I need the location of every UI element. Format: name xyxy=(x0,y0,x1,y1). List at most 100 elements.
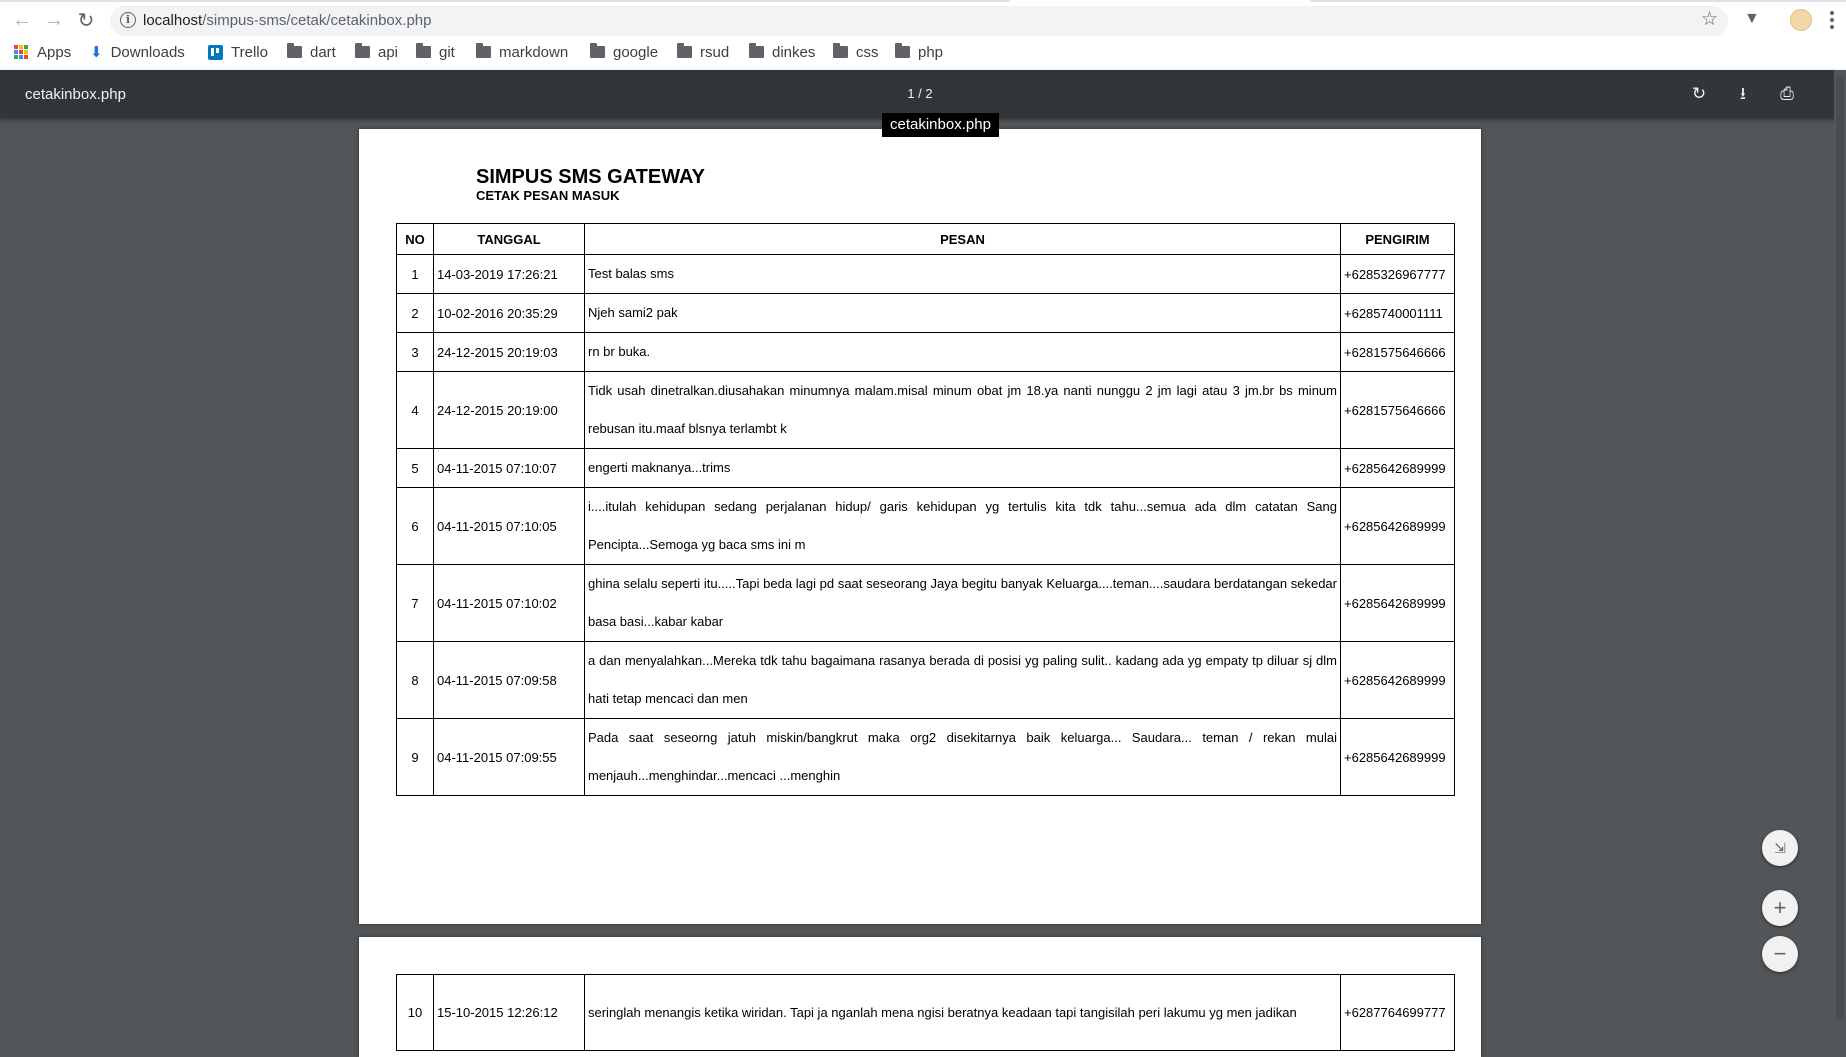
row-no: 1 xyxy=(396,254,434,294)
inbox-table: NO TANGGAL PESAN PENGIRIM 1 14-03-2019 1… xyxy=(396,223,1455,796)
col-no-header: NO xyxy=(396,223,434,255)
url-path: /simpus-sms/cetak/cetakinbox.php xyxy=(202,12,432,29)
page-indicator: 1 / 2 xyxy=(907,86,933,101)
bookmark-dinkes[interactable]: dinkes xyxy=(749,40,815,64)
row-no: 4 xyxy=(396,371,434,449)
bookmark-markdown[interactable]: markdown xyxy=(476,40,568,64)
row-message: i....itulah kehidupan sedang perjalanan … xyxy=(584,487,1341,565)
table-row: 7 04-11-2015 07:10:02 ghina selalu seper… xyxy=(396,564,1455,642)
bookmark-api[interactable]: api xyxy=(355,40,398,64)
bookmark-label: git xyxy=(439,43,455,61)
row-sender: +6281575646666 xyxy=(1340,371,1455,449)
back-icon[interactable]: ← xyxy=(6,4,38,36)
bookmark-label: dinkes xyxy=(772,43,816,61)
bookmark-label: google xyxy=(613,43,659,61)
folder-icon xyxy=(476,43,491,58)
row-no: 2 xyxy=(396,293,434,333)
col-date-header: TANGGAL xyxy=(433,223,585,255)
row-date: 04-11-2015 07:10:05 xyxy=(433,487,585,565)
row-sender: +6281575646666 xyxy=(1340,332,1455,372)
row-message: a dan menyalahkan...Mereka tdk tahu baga… xyxy=(584,641,1341,719)
zoom-out-button[interactable]: − xyxy=(1762,936,1798,972)
download-pdf-icon[interactable]: ⭳ xyxy=(1731,82,1755,106)
bookmark-label: Apps xyxy=(37,43,72,61)
row-date: 04-11-2015 07:09:58 xyxy=(433,641,585,719)
table-row: 5 04-11-2015 07:10:07 engerti maknanya..… xyxy=(396,448,1455,488)
trello-icon xyxy=(208,44,223,60)
row-no: 9 xyxy=(396,718,434,796)
table-row: 2 10-02-2016 20:35:29 Njeh sami2 pak +62… xyxy=(396,293,1455,333)
bookmark-rsud[interactable]: rsud xyxy=(677,40,729,64)
col-message-header: PESAN xyxy=(584,223,1341,255)
pdf-file-name: cetakinbox.php xyxy=(25,86,126,103)
minus-icon: − xyxy=(1773,941,1787,966)
download-icon: ⬇ xyxy=(90,44,103,61)
fit-to-page-button[interactable]: ⇲ xyxy=(1762,830,1798,866)
table-row: 3 24-12-2015 20:19:03 rn br buka. +62815… xyxy=(396,332,1455,372)
row-sender: +6285642689999 xyxy=(1340,564,1455,642)
bookmark-git[interactable]: git xyxy=(416,40,455,64)
row-sender: +6285642689999 xyxy=(1340,641,1455,719)
address-bar[interactable]: i localhost/simpus-sms/cetak/cetakinbox.… xyxy=(110,6,1728,36)
reload-icon[interactable]: ↻ xyxy=(70,4,102,36)
row-date: 04-11-2015 07:09:55 xyxy=(433,718,585,796)
bookmark-php[interactable]: php xyxy=(895,40,943,64)
document-title: SIMPUS SMS GATEWAY xyxy=(476,166,705,188)
bookmark-star-icon[interactable]: ☆ xyxy=(1701,8,1718,31)
row-date: 04-11-2015 07:10:07 xyxy=(433,448,585,488)
chrome-menu-icon[interactable] xyxy=(1826,8,1838,32)
row-sender: +6285642689999 xyxy=(1340,487,1455,565)
zoom-in-button[interactable]: + xyxy=(1762,890,1798,926)
row-message: ghina selalu seperti itu.....Tapi beda l… xyxy=(584,564,1341,642)
table-row: 6 04-11-2015 07:10:05 i....itulah kehidu… xyxy=(396,487,1455,565)
bookmark-label: Trello xyxy=(231,43,268,61)
fit-page-icon: ⇲ xyxy=(1774,840,1786,856)
folder-icon xyxy=(833,43,848,58)
rotate-icon[interactable]: ↻ xyxy=(1687,82,1711,106)
row-no: 3 xyxy=(396,332,434,372)
folder-icon xyxy=(287,43,302,58)
info-icon[interactable]: i xyxy=(120,12,136,28)
scrollbar-thumb[interactable] xyxy=(1836,76,1844,1019)
row-date: 24-12-2015 20:19:03 xyxy=(433,332,585,372)
folder-icon xyxy=(590,43,605,58)
print-icon[interactable]: ⎙ xyxy=(1775,82,1799,106)
bookmark-label: rsud xyxy=(700,43,730,61)
table-row: 9 04-11-2015 07:09:55 Pada saat seseorng… xyxy=(396,718,1455,796)
table-row: 8 04-11-2015 07:09:58 a dan menyalahkan.… xyxy=(396,641,1455,719)
row-message: Test balas sms xyxy=(584,254,1341,294)
bookmark-trello[interactable]: Trello xyxy=(208,40,268,64)
profile-avatar[interactable] xyxy=(1790,9,1812,31)
bookmark-css[interactable]: css xyxy=(833,40,879,64)
row-message: Pada saat seseorng jatuh miskin/bangkrut… xyxy=(584,718,1341,796)
row-date: 24-12-2015 20:19:00 xyxy=(433,371,585,449)
bookmark-apps[interactable]: Apps xyxy=(14,40,71,64)
bookmark-label: markdown xyxy=(499,43,569,61)
tab-strip xyxy=(0,0,1846,2)
bookmark-downloads[interactable]: ⬇ Downloads xyxy=(90,40,185,64)
table-row: 1 14-03-2019 17:26:21 Test balas sms +62… xyxy=(396,254,1455,294)
row-date: 04-11-2015 07:10:02 xyxy=(433,564,585,642)
table-header-row: NO TANGGAL PESAN PENGIRIM xyxy=(396,223,1455,255)
forward-icon[interactable]: → xyxy=(38,4,70,36)
plus-icon: + xyxy=(1773,895,1787,920)
extension-icon[interactable]: ▼ xyxy=(1744,10,1760,28)
bookmark-label: php xyxy=(918,43,944,61)
row-message: Njeh sami2 pak xyxy=(584,293,1341,333)
row-sender: +6285326967777 xyxy=(1340,254,1455,294)
folder-icon xyxy=(677,43,692,58)
row-date: 10-02-2016 20:35:29 xyxy=(433,293,585,333)
folder-icon xyxy=(895,43,910,58)
table-row: 4 24-12-2015 20:19:00 Tidk usah dinetral… xyxy=(396,371,1455,449)
col-sender-header: PENGIRIM xyxy=(1340,223,1455,255)
bookmark-dart[interactable]: dart xyxy=(287,40,336,64)
bookmark-google[interactable]: google xyxy=(590,40,658,64)
row-sender: +6285642689999 xyxy=(1340,448,1455,488)
row-message: engerti maknanya...trims xyxy=(584,448,1341,488)
folder-icon xyxy=(355,43,370,58)
inbox-table-continued: 10 15-10-2015 12:26:12 seringlah menangi… xyxy=(396,974,1455,1051)
row-no: 10 xyxy=(396,974,434,1051)
row-date: 15-10-2015 12:26:12 xyxy=(433,974,585,1051)
viewer-scrollbar[interactable] xyxy=(1834,70,1846,1019)
url-text[interactable]: localhost/simpus-sms/cetak/cetakinbox.ph… xyxy=(143,12,431,29)
